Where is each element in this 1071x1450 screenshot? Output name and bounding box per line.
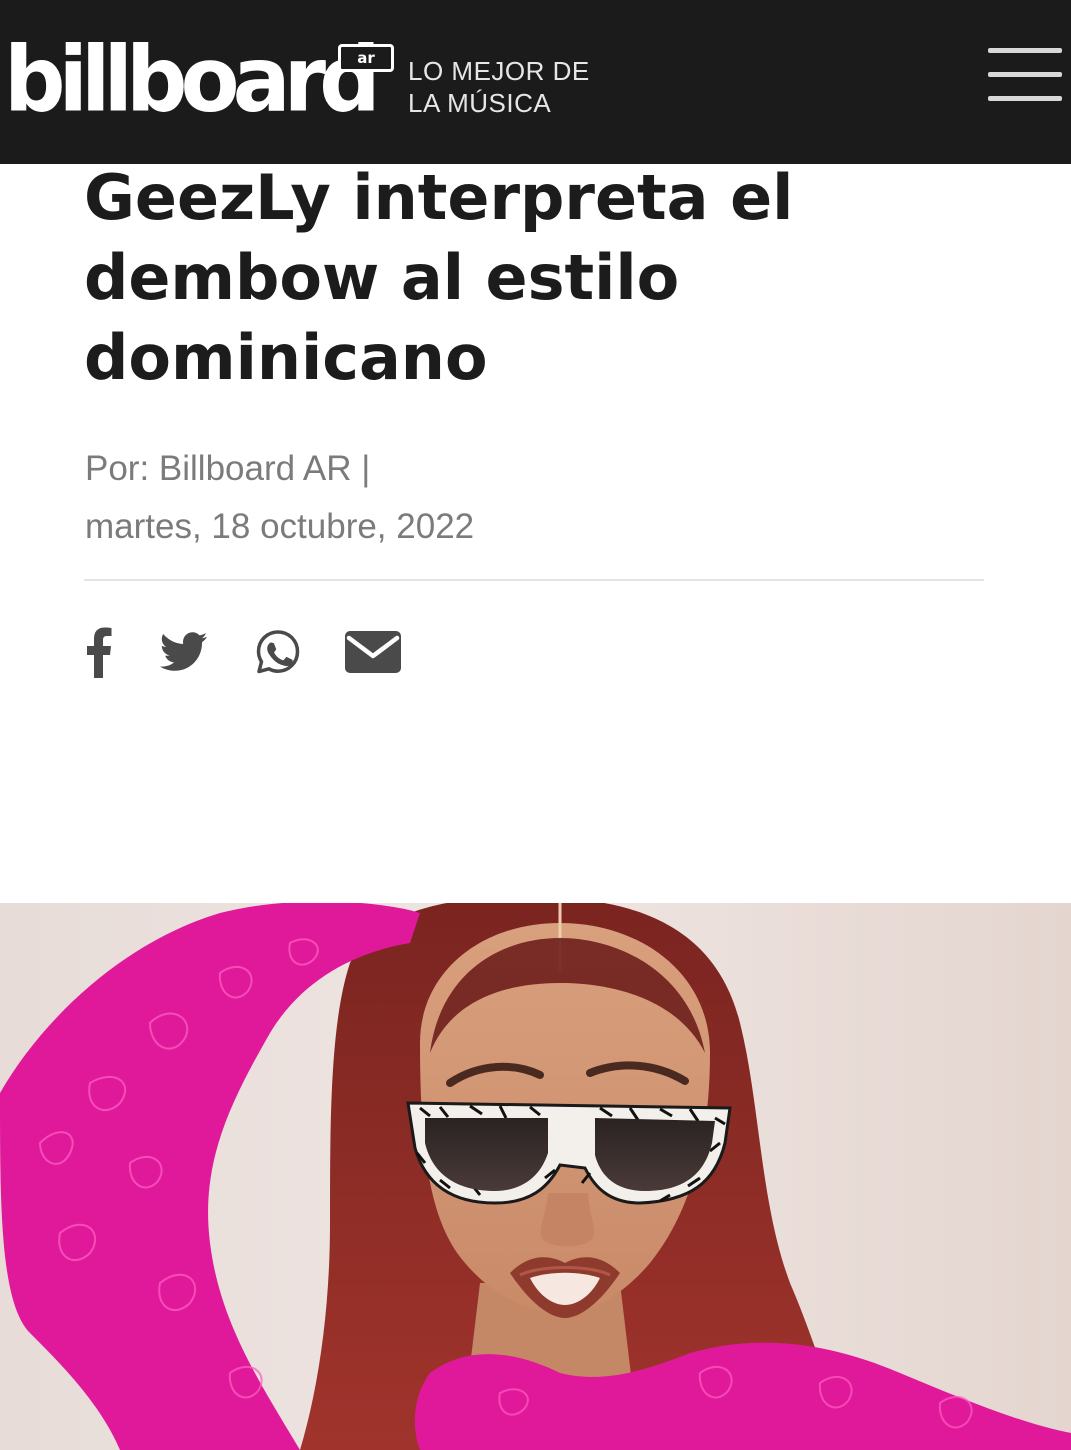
top-navigation-bar: billboard ar LO MEJOR DE LA MÚSICA [0,0,1071,164]
whatsapp-icon[interactable] [254,628,302,688]
hero-photo-illustration [0,903,1071,1450]
menu-bar-bottom [988,96,1062,101]
email-icon[interactable] [345,631,401,691]
twitter-icon[interactable] [160,632,208,692]
hamburger-menu-icon[interactable] [988,48,1064,108]
logo-wordmark: billboard [4,27,381,133]
menu-bar-top [988,48,1062,53]
headline-line-3: dominicano [84,321,488,394]
author-line[interactable]: Por: Billboard AR | [85,440,474,498]
site-tagline: LO MEJOR DE LA MÚSICA [408,55,590,119]
publish-date: martes, 18 octubre, 2022 [85,507,475,546]
menu-bar-middle [988,72,1062,77]
article-headline: GeezLy interpreta el dembow al estilo do… [84,158,1014,398]
byline-divider [84,579,984,581]
article-hero-image[interactable] [0,903,1071,1450]
logo-region-badge: ar [338,44,394,72]
article-byline: Por: Billboard AR | martes, 18 octubre, … [85,440,474,556]
headline-line-1: GeezLy interpreta el [84,161,794,234]
tagline-line-1: LO MEJOR DE [408,56,590,86]
tagline-line-2: LA MÚSICA [408,88,552,118]
headline-line-2: dembow al estilo [84,241,680,314]
facebook-icon[interactable] [86,626,112,686]
billboard-logo[interactable]: billboard ar [4,27,394,133]
